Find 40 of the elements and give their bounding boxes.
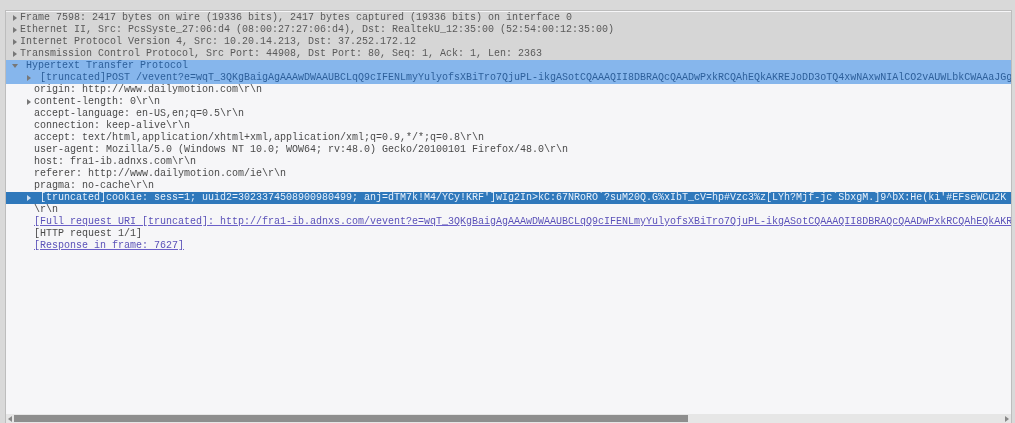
field-text: pragma: no-cache\r\n xyxy=(34,180,155,192)
horizontal-scrollbar[interactable] xyxy=(6,414,1011,423)
tree-row[interactable]: Transmission Control Protocol, Src Port: 44908, Dst Port: 80, Seq: 1, Ack: 1, Len: 2363 xyxy=(6,48,1011,60)
tree-row[interactable]: connection: keep-alive\r\n xyxy=(6,120,1011,132)
collapsed-triangle-icon[interactable] xyxy=(26,75,32,81)
field-text: Transmission Control Protocol, Src Port: 44908, Dst Port: 80, Seq: 1, Ack: 1, Len: 2363 xyxy=(20,48,543,60)
tree-row[interactable]: referer: http://www.dailymotion.com/ie\r\n xyxy=(6,168,1011,180)
field-text: accept-language: en-US,en;q=0.5\r\n xyxy=(34,108,245,120)
field-text: connection: keep-alive\r\n xyxy=(34,120,191,132)
field-text: user-agent: Mozilla/5.0 (Windows NT 10.0; WOW64; rv:48.0) Gecko/20100101 Firefox/48.0\r\n xyxy=(34,144,569,156)
field-text: [HTTP request 1/1] xyxy=(34,228,143,240)
tree-row[interactable]: [HTTP request 1/1] xyxy=(6,228,1011,240)
tree-row[interactable]: accept: text/html,application/xhtml+xml,application/xml;q=0.9,*/*;q=0.8\r\n xyxy=(6,132,1011,144)
tree-row[interactable]: Ethernet II, Src: PcsSyste_27:06:d4 (08:00:27:27:06:d4), Dst: RealtekU_12:35:00 (52:54:00:12:35:00) xyxy=(6,24,1011,36)
field-text: host: fra1-ib.adnxs.com\r\n xyxy=(34,156,197,168)
field-link[interactable]: [Response in frame: 7627] xyxy=(34,240,185,252)
field-text: origin: http://www.dailymotion.com\r\n xyxy=(34,84,263,96)
tree-row[interactable]: origin: http://www.dailymotion.com\r\n xyxy=(6,84,1011,96)
field-text: \r\n xyxy=(34,204,58,216)
tree-row[interactable]: Internet Protocol Version 4, Src: 10.20.14.213, Dst: 37.252.172.12 xyxy=(6,36,1011,48)
tree-row[interactable]: Frame 7598: 2417 bytes on wire (19336 bits), 2417 bytes captured (19336 bits) on interface 0 xyxy=(6,12,1011,24)
field-text: accept: text/html,application/xhtml+xml,application/xml;q=0.9,*/*;q=0.8\r\n xyxy=(34,132,485,144)
tree-row[interactable]: host: fra1-ib.adnxs.com\r\n xyxy=(6,156,1011,168)
tree-row[interactable]: accept-language: en-US,en;q=0.5\r\n xyxy=(6,108,1011,120)
field-text: Internet Protocol Version 4, Src: 10.20.14.213, Dst: 37.252.172.12 xyxy=(20,36,417,48)
expanded-triangle-icon[interactable] xyxy=(12,63,18,69)
tree-row[interactable]: content-length: 0\r\n xyxy=(6,96,1011,108)
tree-row[interactable]: user-agent: Mozilla/5.0 (Windows NT 10.0; WOW64; rv:48.0) Gecko/20100101 Firefox/48.0\r\n xyxy=(6,144,1011,156)
field-text: content-length: 0\r\n xyxy=(34,96,161,108)
field-text: Frame 7598: 2417 bytes on wire (19336 bits), 2417 bytes captured (19336 bits) on interface 0 xyxy=(20,12,573,24)
tree-row[interactable]: [Response in frame: 7627] xyxy=(6,240,1011,252)
collapsed-triangle-icon[interactable] xyxy=(26,195,32,201)
field-text: Ethernet II, Src: PcsSyste_27:06:d4 (08:00:27:27:06:d4), Dst: RealtekU_12:35:00 (52:54:00:12:35:00) xyxy=(20,24,615,36)
scroll-right-icon[interactable] xyxy=(1004,415,1010,422)
tree-row[interactable]: \r\n xyxy=(6,204,1011,216)
field-text: referer: http://www.dailymotion.com/ie\r\n xyxy=(34,168,287,180)
tree-row[interactable]: pragma: no-cache\r\n xyxy=(6,180,1011,192)
collapsed-triangle-icon[interactable] xyxy=(26,99,32,105)
field-text: Hypertext Transfer Protocol xyxy=(25,60,189,72)
scrollbar-thumb[interactable] xyxy=(14,415,688,422)
